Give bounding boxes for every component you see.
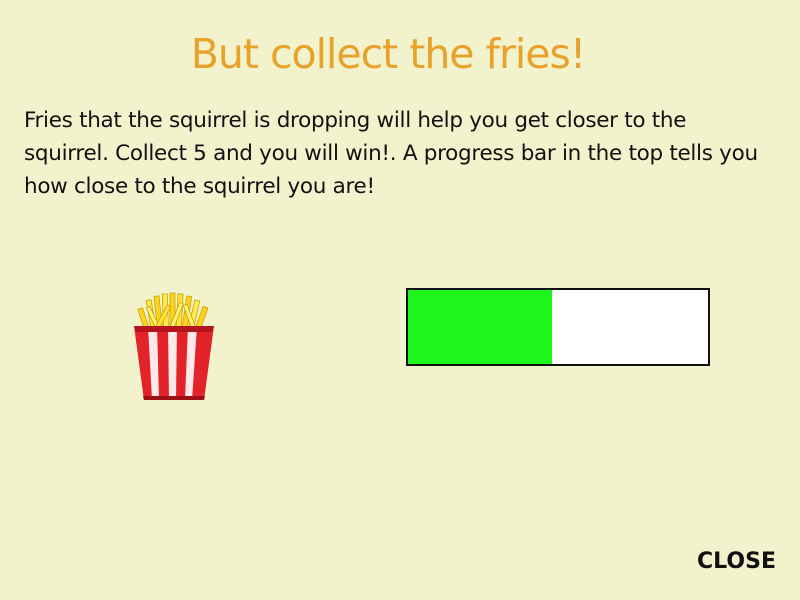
fries-icon (134, 292, 214, 400)
progress-bar-fill (408, 290, 552, 364)
dialog-title: But collect the fries! (190, 30, 587, 78)
dialog-description: Fries that the squirrel is dropping will… (24, 108, 758, 199)
progress-bar (406, 288, 710, 366)
close-button[interactable]: CLOSE (697, 549, 776, 574)
